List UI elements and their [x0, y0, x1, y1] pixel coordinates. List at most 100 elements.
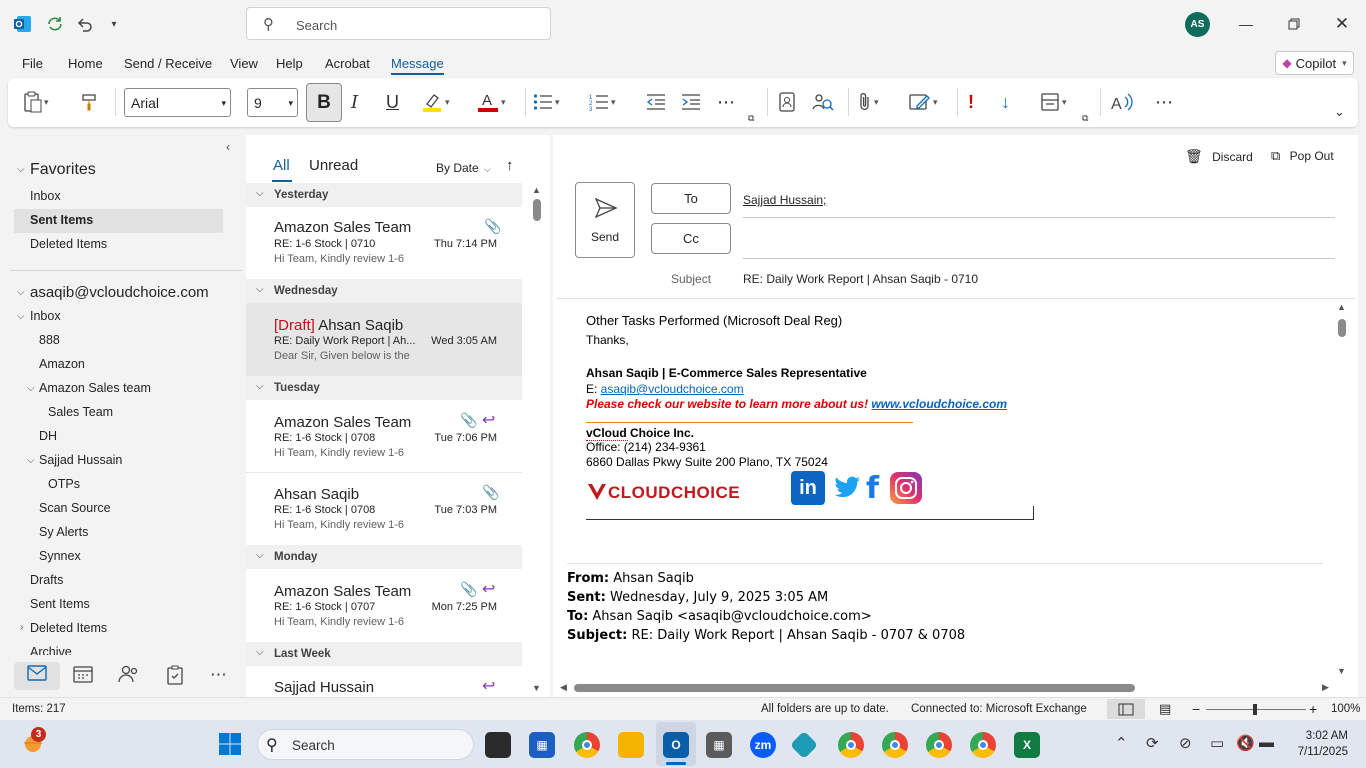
calculator-icon[interactable]: ▦ — [706, 732, 732, 758]
sort-by-date-button[interactable]: By Date ⌵ — [436, 161, 491, 175]
scrollbar-thumb[interactable] — [1338, 319, 1346, 337]
group-header-last-week[interactable]: ⌵ Last Week — [246, 642, 522, 666]
restore-icon[interactable] — [1282, 12, 1306, 36]
show-hidden-icons[interactable]: ⌃ — [1115, 734, 1128, 752]
scroll-left-icon[interactable]: ◀ — [560, 682, 567, 693]
linkedin-icon[interactable]: in — [791, 471, 825, 505]
dialog-launcher-icon[interactable]: ⧉ — [1082, 106, 1088, 130]
menu-acrobat[interactable]: Acrobat — [325, 56, 370, 71]
menu-message[interactable]: Message — [391, 56, 444, 71]
scroll-down-icon[interactable]: ▼ — [1337, 666, 1346, 676]
menu-file[interactable]: File — [22, 56, 43, 71]
cc-field[interactable] — [743, 225, 1335, 255]
people-icon[interactable] — [118, 665, 140, 688]
zoom-in-icon[interactable]: + — [1309, 701, 1317, 717]
minimize-icon[interactable]: — — [1234, 12, 1258, 36]
folder-amazon-sales-team[interactable]: Amazon Sales team — [39, 381, 151, 395]
message-list-scrollbar[interactable]: ▲ ▼ — [532, 185, 542, 695]
tasks-icon[interactable] — [166, 665, 184, 690]
group-header-tuesday[interactable]: ⌵ Tuesday — [246, 376, 522, 400]
mail-icon[interactable] — [27, 665, 47, 686]
account-header[interactable]: asaqib@vcloudchoice.com — [30, 284, 209, 301]
avatar[interactable]: AS — [1185, 12, 1210, 37]
scroll-right-icon[interactable]: ▶ — [1322, 682, 1329, 693]
undo-icon[interactable] — [75, 14, 95, 34]
copilot-button[interactable]: ◆ Copilot ▾ — [1275, 51, 1354, 75]
pop-out-button[interactable]: ⧉ Pop Out — [1271, 148, 1334, 164]
clock-time[interactable]: 3:02 AM — [1303, 730, 1348, 742]
tab-unread[interactable]: Unread — [309, 157, 358, 174]
to-button[interactable]: To — [651, 183, 731, 214]
discard-button[interactable]: 🗑 Discard — [1185, 148, 1253, 165]
calendar-icon[interactable] — [73, 665, 93, 688]
volume-muted-icon[interactable]: 🔇 — [1236, 734, 1255, 752]
folder-otps[interactable]: OTPs — [48, 477, 80, 491]
subject-field[interactable]: RE: Daily Work Report | Ahsan Saqib - 07… — [743, 272, 978, 286]
font-size-select[interactable]: 9 ▾ — [247, 88, 298, 117]
taskbar-search[interactable]: ⚲ Search — [257, 729, 474, 760]
task-view-icon[interactable] — [485, 732, 511, 758]
chrome-profile-icon[interactable] — [882, 732, 908, 758]
signature-email-link[interactable]: asaqib@vcloudchoice.com — [601, 382, 744, 396]
folder-sales-team[interactable]: Sales Team — [48, 405, 113, 419]
chrome-profile-icon[interactable] — [838, 732, 864, 758]
scrollbar-thumb[interactable] — [533, 199, 541, 221]
more-apps-icon[interactable]: ⋯ — [210, 665, 227, 685]
message-item[interactable]: Ahsan Saqib 📎 RE: 1-6 Stock | 0708 Tue 7… — [246, 473, 522, 543]
zoom-out-icon[interactable]: − — [1192, 701, 1200, 717]
sync-tray-icon[interactable]: ⟳ — [1146, 734, 1159, 752]
search-input[interactable]: Search — [296, 18, 337, 33]
apps-button[interactable]: ▾ — [1040, 90, 1067, 114]
reading-view-icon[interactable]: ▤ — [1159, 701, 1171, 717]
message-item[interactable]: Amazon Sales Team 📎 RE: 1-6 Stock | 0710… — [246, 207, 522, 277]
message-item-selected[interactable]: [Draft] Ahsan Saqib RE: Daily Work Repor… — [246, 303, 522, 376]
collapse-pane-icon[interactable]: ‹ — [226, 140, 230, 154]
customize-toolbar-icon[interactable]: ▾ — [104, 14, 124, 34]
folder-dh[interactable]: DH — [39, 429, 57, 443]
zoom-slider-thumb[interactable] — [1253, 704, 1257, 715]
zoom-level[interactable]: 100% — [1331, 703, 1360, 715]
address-book-icon[interactable] — [778, 90, 796, 114]
chevron-down-icon[interactable]: ⌵ — [17, 164, 25, 175]
folder-drafts[interactable]: Drafts — [30, 573, 63, 587]
folder-amazon[interactable]: Amazon — [39, 357, 85, 371]
folder-archive[interactable]: Archive — [30, 645, 72, 655]
to-recipient[interactable]: Sajjad Hussain; — [743, 193, 826, 207]
numbering-button[interactable]: 123 ▾ — [589, 90, 616, 114]
high-importance-icon[interactable]: ! — [968, 90, 974, 114]
attach-file-button[interactable]: ▾ — [858, 90, 879, 114]
bold-button[interactable]: B — [306, 83, 342, 122]
paste-button[interactable]: ▾ — [22, 90, 49, 114]
chevron-right-icon[interactable]: › — [20, 622, 23, 633]
more-formatting-icon[interactable]: ⋯ — [717, 90, 735, 114]
sort-direction-icon[interactable]: ↑ — [506, 157, 514, 174]
folder-sy-alerts[interactable]: Sy Alerts — [39, 525, 88, 539]
folder-sent-items[interactable]: Sent Items — [30, 597, 90, 611]
message-item[interactable]: Sajjad Hussain ↩ — [246, 666, 522, 697]
folder-synnex[interactable]: Synnex — [39, 549, 81, 563]
group-header-yesterday[interactable]: ⌵ Yesterday — [246, 183, 522, 207]
menu-send-receive[interactable]: Send / Receive — [124, 56, 212, 71]
more-options-icon[interactable]: ⋯ — [1155, 90, 1173, 114]
folder-inbox[interactable]: Inbox — [30, 309, 61, 323]
file-explorer-icon[interactable] — [618, 732, 644, 758]
scroll-up-icon[interactable]: ▲ — [532, 185, 541, 195]
folder-sajjad-hussain[interactable]: Sajjad Hussain — [39, 453, 122, 467]
menu-view[interactable]: View — [230, 56, 258, 71]
display-icon[interactable]: ▭ — [1210, 734, 1224, 752]
expand-ribbon-icon[interactable]: ⌄ — [1334, 100, 1345, 124]
folder-scan-source[interactable]: Scan Source — [39, 501, 111, 515]
group-header-monday[interactable]: ⌵ Monday — [246, 545, 522, 569]
twitter-icon[interactable] — [830, 473, 862, 503]
bullets-button[interactable]: ▾ — [533, 90, 560, 114]
clock-date[interactable]: 7/11/2025 — [1290, 746, 1348, 758]
windows-start-icon[interactable] — [218, 732, 242, 756]
decrease-indent-icon[interactable] — [646, 90, 666, 114]
favorite-sent-items[interactable]: Sent Items — [30, 213, 93, 227]
font-color-button[interactable]: A ▾ — [477, 90, 506, 114]
zoom-icon[interactable]: zm — [750, 732, 776, 758]
chevron-down-icon[interactable]: ⌵ — [17, 311, 25, 322]
cc-button[interactable]: Cc — [651, 223, 731, 254]
italic-button[interactable]: I — [351, 90, 358, 114]
website-link[interactable]: www.vcloudchoice.com — [871, 397, 1007, 411]
